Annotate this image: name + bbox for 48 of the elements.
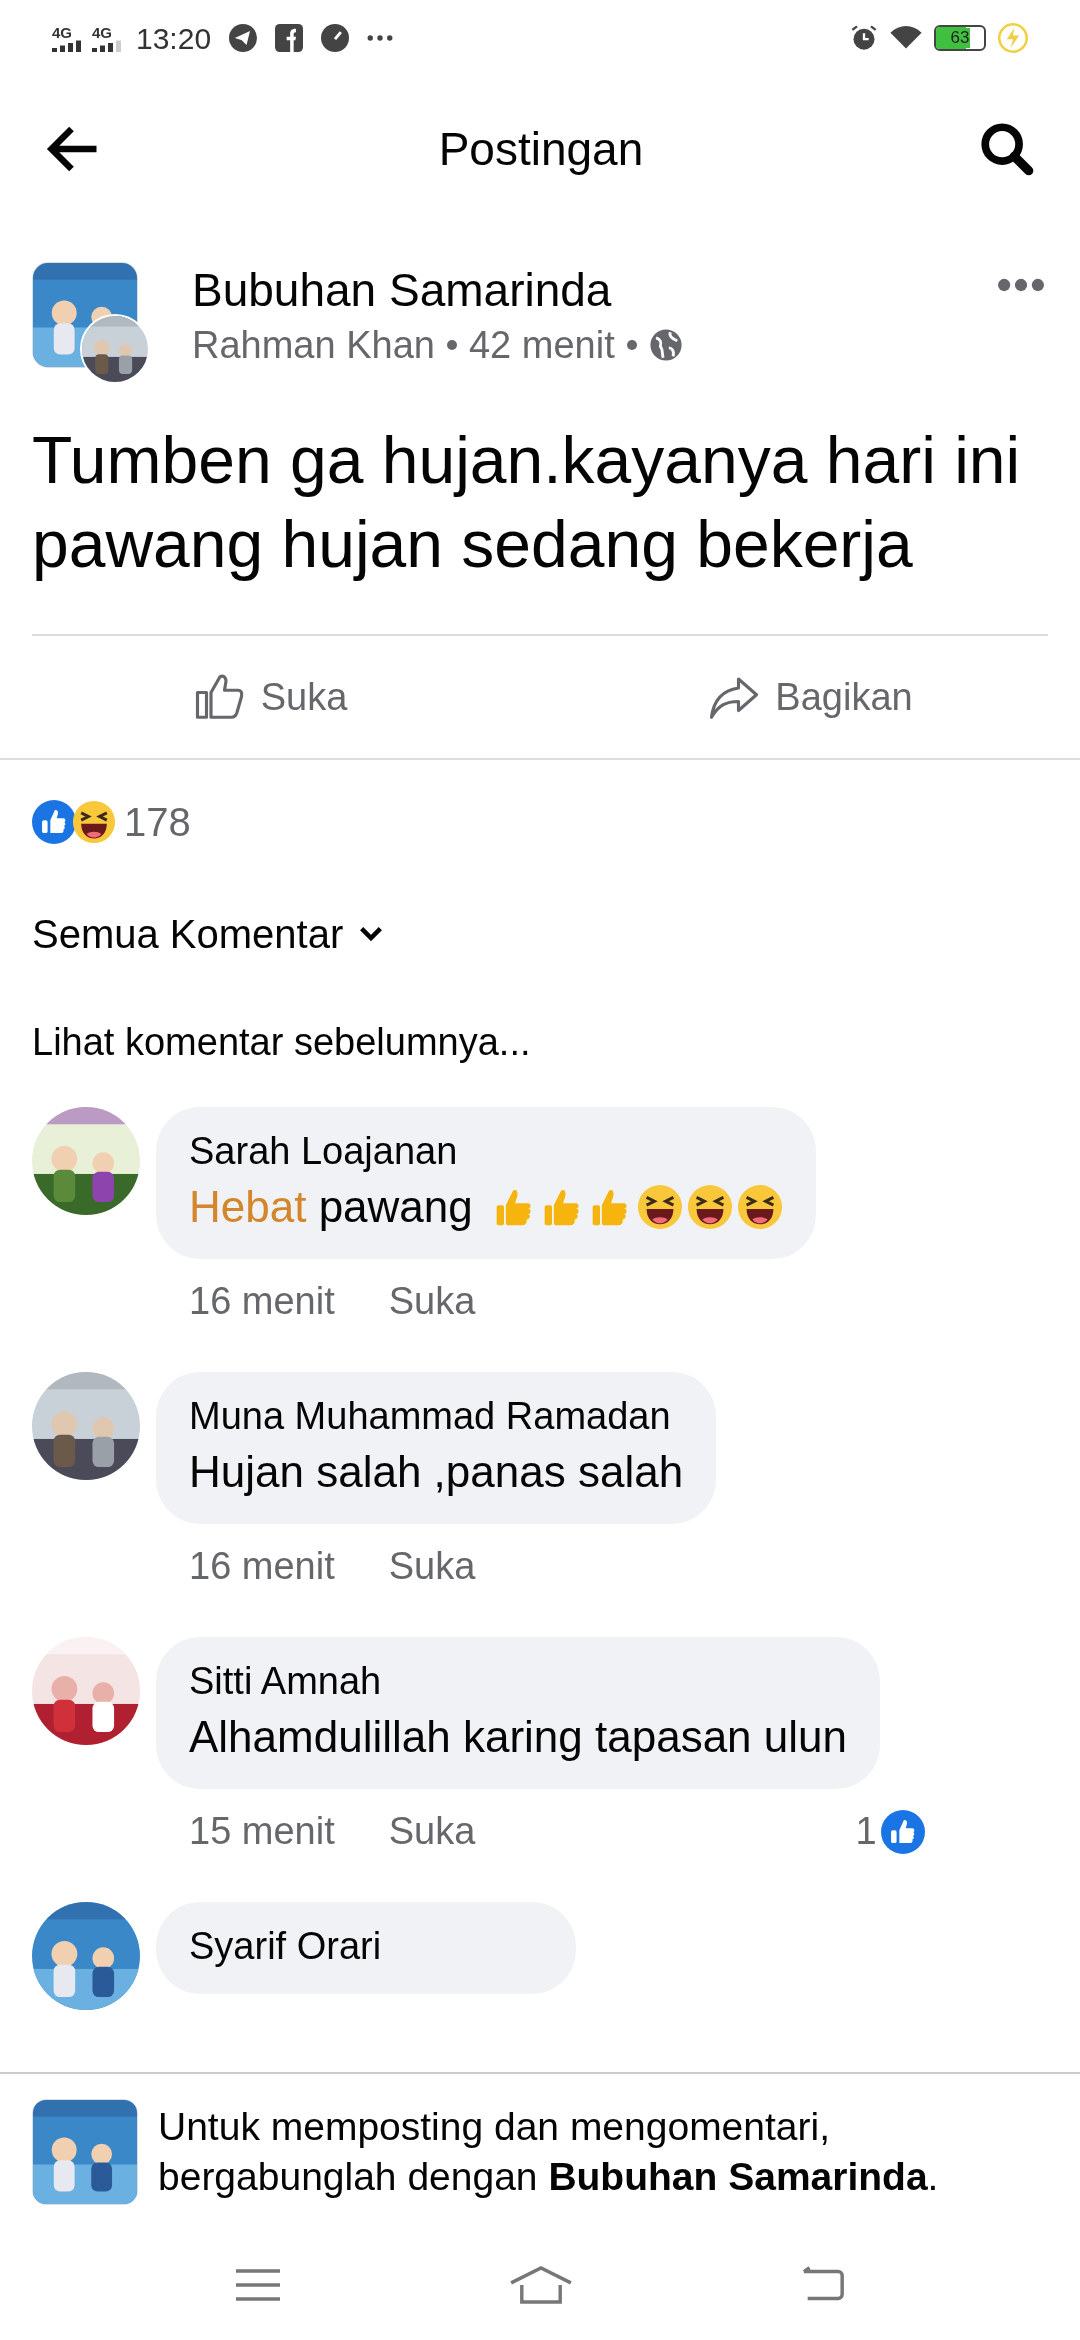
comment-like-link[interactable]: Suka	[388, 1803, 476, 1860]
battery-indicator: 63	[934, 25, 986, 51]
comment-filter[interactable]: Semua Komentar	[32, 904, 344, 964]
comment-text: Hujan salah ,panas salah	[189, 1446, 684, 1498]
more-options-icon[interactable]	[998, 278, 1044, 292]
laughing-emoji-icon	[736, 1184, 783, 1230]
network-type: 4G	[92, 24, 112, 40]
globe-icon	[648, 328, 683, 362]
page-title: Postingan	[437, 121, 645, 177]
laughing-emoji-icon	[636, 1184, 683, 1230]
previous-comments-link[interactable]: Lihat komentar sebelumnya...	[0, 1014, 1080, 1071]
reaction-count[interactable]: 178	[124, 792, 191, 852]
comment-like-link[interactable]: Suka	[388, 1538, 476, 1595]
commenter-name[interactable]: Syarif Orari	[189, 1920, 543, 1972]
comment-like-link[interactable]: Suka	[388, 1273, 476, 1330]
like-count: 1	[855, 1809, 877, 1854]
signal-icon	[92, 39, 122, 52]
home-icon[interactable]	[509, 2263, 573, 2307]
post-time: 42 menit	[468, 323, 615, 368]
telegram-icon	[229, 24, 258, 52]
like-button[interactable]: Suka	[0, 636, 540, 758]
charging-icon	[998, 23, 1028, 53]
commenter-name[interactable]: Muna Muhammad Ramadan	[189, 1390, 684, 1442]
network-type: 4G	[52, 24, 72, 40]
speedometer-icon	[321, 24, 350, 52]
wifi-icon	[890, 25, 922, 51]
alarm-icon	[850, 24, 878, 52]
comment-text: Hebat pawang	[189, 1181, 473, 1233]
group-name[interactable]: Bubuhan Samarinda	[192, 262, 683, 318]
clock: 13:20	[136, 20, 212, 57]
like-reaction-icon	[32, 800, 76, 844]
facebook-icon	[275, 24, 304, 52]
signal-icon	[52, 39, 82, 52]
comment-time: 16 menit	[189, 1544, 335, 1589]
like-reaction-icon	[880, 1809, 925, 1854]
post-text: Tumben ga hujan.kayanya hari ini pawang hujan sedang bekerja	[31, 422, 1022, 583]
laughing-reaction-icon	[72, 800, 116, 844]
post-author[interactable]: Rahman Khan	[192, 318, 435, 372]
more-icon	[367, 34, 394, 42]
search-icon[interactable]	[978, 120, 1036, 178]
laughing-emoji-icon	[686, 1184, 733, 1230]
commenter-name[interactable]: Sarah Loajanan	[189, 1125, 783, 1177]
share-button[interactable]: Bagikan	[540, 636, 1080, 758]
comment-time: 16 menit	[189, 1279, 335, 1324]
comment-text: Alhamdulillah karing tapasan ulun	[189, 1711, 847, 1763]
join-group-message: Untuk memposting dan mengomentari, bergabunglah dengan Bubuhan Samarinda.	[158, 2104, 940, 2200]
comment-time: 15 menit	[189, 1809, 335, 1854]
commenter-name[interactable]: Sitti Amnah	[189, 1655, 847, 1707]
